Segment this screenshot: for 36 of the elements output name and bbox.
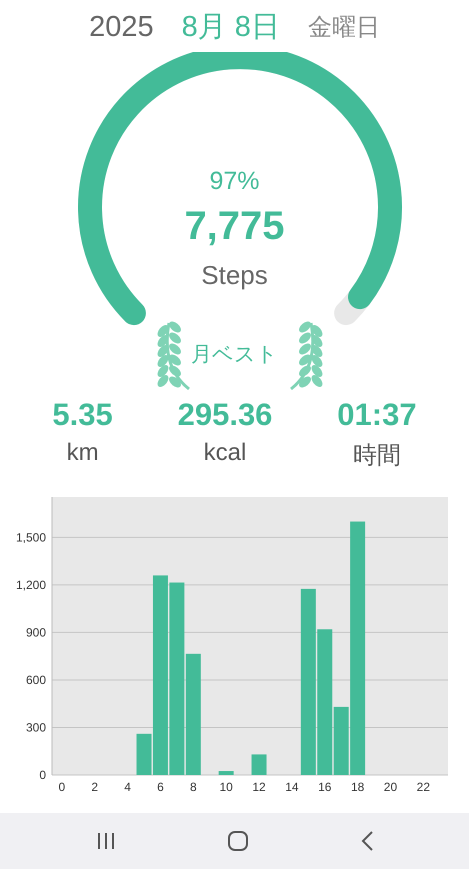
badge-text: 月ベスト [190, 341, 279, 368]
y-tick-label: 300 [26, 720, 46, 734]
x-tick-label: 20 [384, 780, 398, 794]
stat-label: 時間 [352, 441, 401, 471]
back-icon[interactable] [360, 831, 374, 851]
steps-count: 7,775 [183, 204, 286, 249]
stat-value: 295.36 [178, 397, 272, 433]
x-tick-label: 4 [124, 780, 131, 794]
home-icon[interactable] [226, 830, 248, 852]
recent-apps-icon[interactable] [96, 832, 116, 850]
stat-value: 5.35 [52, 397, 113, 433]
y-tick-label: 1,200 [16, 578, 46, 592]
percent-text: 97% [208, 167, 261, 196]
y-tick-label: 0 [39, 768, 46, 782]
bar [218, 771, 234, 775]
steps-label: Steps [200, 260, 269, 291]
stat-label: km [66, 439, 99, 467]
x-tick-label: 2 [91, 780, 98, 794]
x-tick-label: 0 [58, 780, 66, 794]
x-tick-label: 6 [157, 780, 164, 794]
x-tick-label: 10 [220, 780, 233, 794]
x-tick-label: 12 [252, 780, 266, 794]
stat-label: kcal [204, 439, 246, 467]
x-tick-label: 22 [416, 780, 430, 794]
x-tick-label: 16 [318, 780, 332, 794]
y-tick-label: 900 [26, 625, 46, 640]
date-text: 8月 8日 [182, 10, 280, 45]
x-tick-label: 14 [285, 780, 299, 794]
x-tick-label: 8 [190, 780, 197, 794]
y-tick-label: 1,500 [16, 530, 46, 544]
x-tick-label: 18 [350, 780, 364, 794]
y-tick-label: 600 [26, 672, 46, 687]
weekday-text: 金曜日 [308, 12, 380, 43]
bar [252, 754, 267, 775]
stat-value: 01:37 [337, 397, 417, 433]
year-text: 2025 [89, 10, 154, 44]
